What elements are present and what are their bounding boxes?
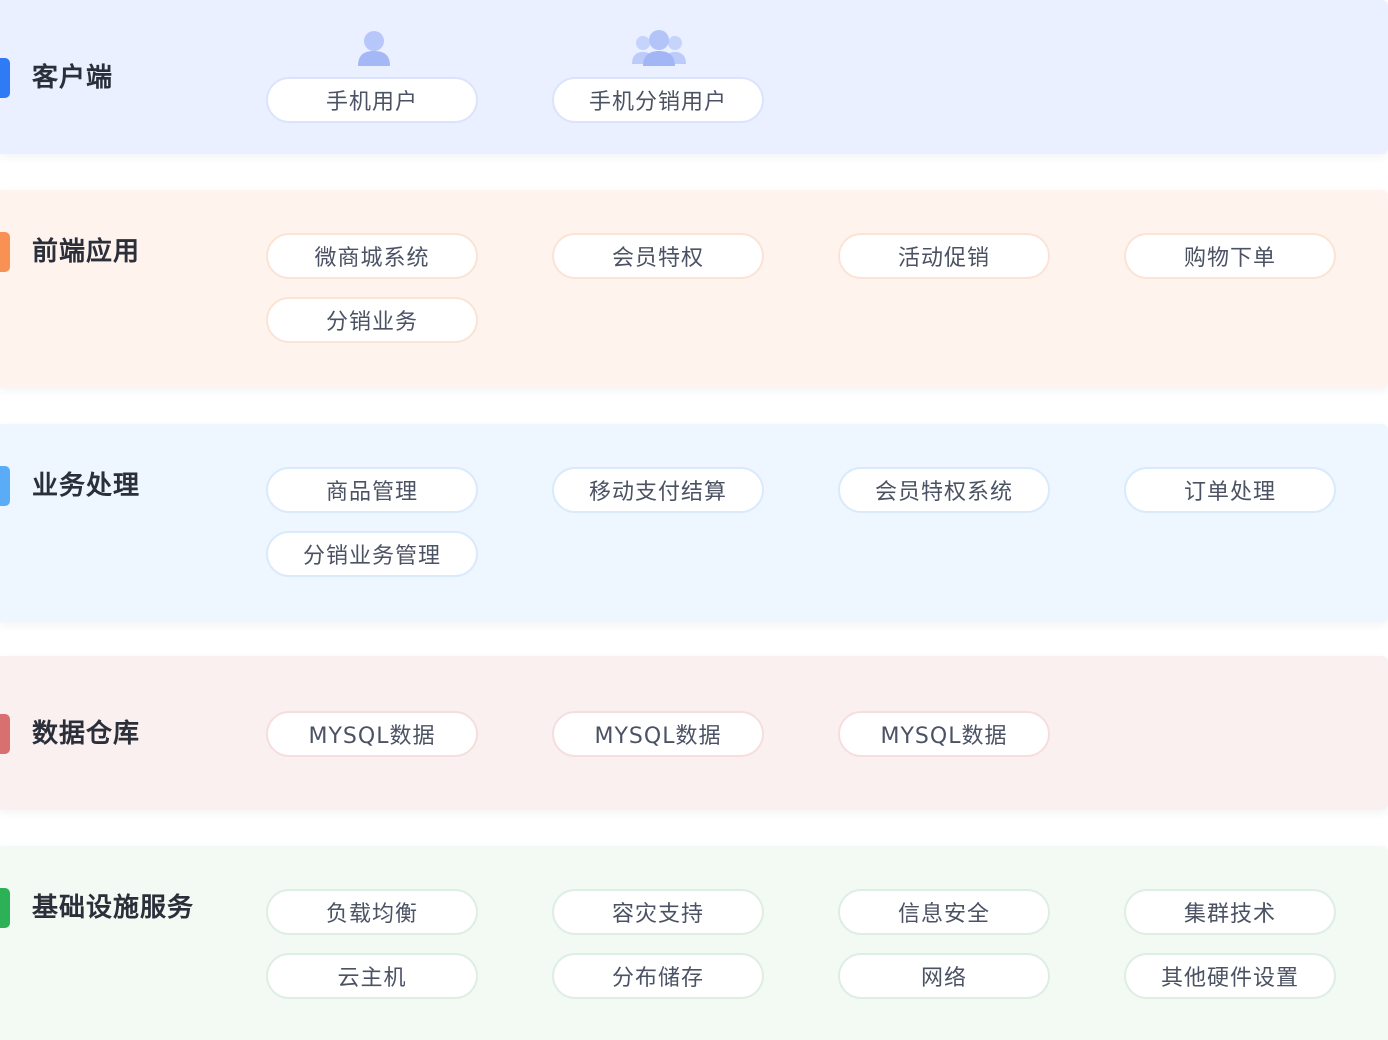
layer-title-warehouse: 数据仓库 xyxy=(32,719,141,749)
layer-accent-bar xyxy=(0,714,10,754)
chip-distribution-business: 分销业务 xyxy=(266,297,478,343)
chip-mysql-data: MYSQL数据 xyxy=(552,711,764,757)
chip-cluster-tech: 集群技术 xyxy=(1124,889,1336,935)
chip-distribution-management: 分销业务管理 xyxy=(266,531,478,577)
chip-mobile-user: 手机用户 xyxy=(266,77,478,123)
layer-warehouse: 数据仓库 MYSQL数据 MYSQL数据 MYSQL数据 xyxy=(0,656,1388,810)
chip-cloud-host: 云主机 xyxy=(266,953,478,999)
chip-micro-mall: 微商城系统 xyxy=(266,233,478,279)
chip-mysql-data: MYSQL数据 xyxy=(838,711,1050,757)
layer-accent-bar xyxy=(0,58,10,98)
chip-mysql-data: MYSQL数据 xyxy=(266,711,478,757)
chip-product-management: 商品管理 xyxy=(266,467,478,513)
chip-place-order: 购物下单 xyxy=(1124,233,1336,279)
chip-promotion: 活动促销 xyxy=(838,233,1050,279)
layer-frontend: 前端应用 微商城系统 会员特权 活动促销 购物下单 分销业务 xyxy=(0,190,1388,388)
chip-load-balancing: 负载均衡 xyxy=(266,889,478,935)
layer-accent-bar xyxy=(0,466,10,506)
layer-title-business: 业务处理 xyxy=(32,471,141,501)
chip-member-privilege: 会员特权 xyxy=(552,233,764,279)
layer-accent-bar xyxy=(0,232,10,272)
chip-other-hardware: 其他硬件设置 xyxy=(1124,953,1336,999)
layer-title-frontend: 前端应用 xyxy=(32,237,141,267)
layer-accent-bar xyxy=(0,888,10,928)
layer-infrastructure: 基础设施服务 负载均衡 容灾支持 信息安全 集群技术 云主机 分布储存 网络 其… xyxy=(0,846,1388,1040)
chip-info-security: 信息安全 xyxy=(838,889,1050,935)
chip-member-privilege-system: 会员特权系统 xyxy=(838,467,1050,513)
chip-mobile-distribution-user: 手机分销用户 xyxy=(552,77,764,123)
chip-disaster-recovery: 容灾支持 xyxy=(552,889,764,935)
user-icon xyxy=(358,31,390,66)
chip-distributed-storage: 分布储存 xyxy=(552,953,764,999)
layer-business: 业务处理 商品管理 移动支付结算 会员特权系统 订单处理 分销业务管理 xyxy=(0,424,1388,622)
chip-network: 网络 xyxy=(838,953,1050,999)
chip-order-processing: 订单处理 xyxy=(1124,467,1336,513)
layer-title-client: 客户端 xyxy=(32,63,114,93)
layer-client: 客户端 手机用户 手机分销用户 xyxy=(0,0,1388,154)
layer-title-infrastructure: 基础设施服务 xyxy=(32,893,195,923)
users-group-icon xyxy=(632,30,686,66)
chip-mobile-payment: 移动支付结算 xyxy=(552,467,764,513)
